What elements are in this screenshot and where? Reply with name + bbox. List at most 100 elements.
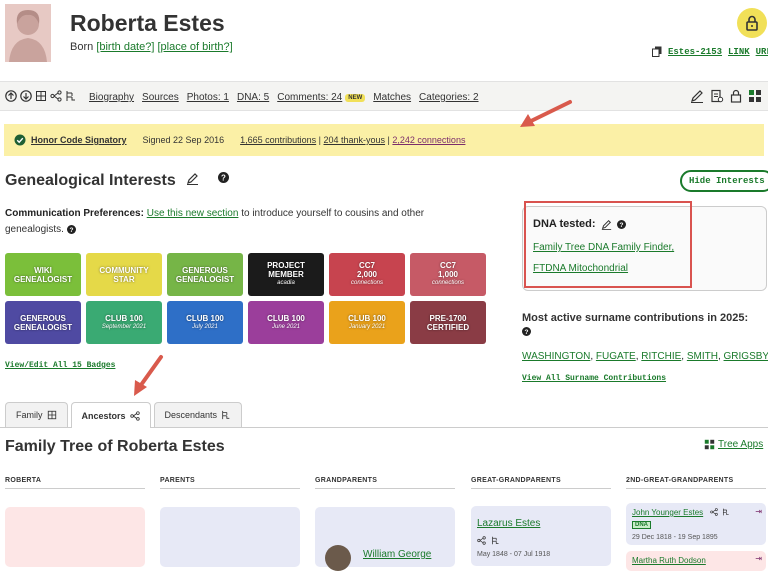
person-card-grandparent[interactable]: William George xyxy=(315,507,455,571)
birth-place-link[interactable]: [place of birth?] xyxy=(157,41,232,53)
apps-grid-icon xyxy=(704,439,715,450)
help-icon[interactable]: ? xyxy=(66,224,76,234)
badge[interactable]: CLUB 100 January 2021 xyxy=(329,301,405,344)
surname-link[interactable]: FUGATE xyxy=(596,351,636,362)
tab-label: Family xyxy=(16,410,43,420)
person-name-link[interactable]: Martha Ruth Dodson xyxy=(632,556,706,565)
dna-test-link[interactable]: Family Tree DNA Family Finder, xyxy=(533,242,674,253)
surname-link[interactable]: SMITH xyxy=(687,351,718,362)
tab-ancestors[interactable]: Ancestors xyxy=(70,402,151,428)
thankyous-link[interactable]: 204 thank-yous xyxy=(324,135,386,145)
badge-title: CLUB 100 xyxy=(267,313,305,323)
badge[interactable]: GENEROUS GENEALOGIST xyxy=(167,253,243,296)
ancestors-tree-icon[interactable] xyxy=(710,508,718,516)
edit-pencil-icon[interactable] xyxy=(601,219,612,230)
descendants-tree-icon[interactable] xyxy=(491,536,500,545)
nav-matches[interactable]: Matches xyxy=(373,92,411,103)
surname-link[interactable]: RITCHIE xyxy=(641,351,681,362)
apps-grid-icon[interactable] xyxy=(748,89,762,103)
profile-id-link[interactable]: Estes-2153 xyxy=(668,47,722,57)
comm-link[interactable]: Use this new section xyxy=(147,208,239,219)
edit-pencil-icon[interactable] xyxy=(690,89,704,103)
person-name-link[interactable]: John Younger Estes xyxy=(632,508,703,517)
nav-comments[interactable]: Comments: 24 xyxy=(277,92,342,103)
honor-code-bar: Honor Code Signatory Signed 22 Sep 2016 … xyxy=(4,124,764,156)
badge[interactable]: CC7 1,000 connections xyxy=(410,253,486,296)
lock-small-icon[interactable] xyxy=(730,89,742,103)
notes-icon[interactable] xyxy=(710,89,724,103)
nav-sources[interactable]: Sources xyxy=(142,92,179,103)
person-dates: May 1848 - 07 Jul 1918 xyxy=(477,551,551,558)
surname-link[interactable]: WASHINGTON xyxy=(522,351,590,362)
person-card-great-grandparent[interactable]: Lazarus Estes May 1848 - 07 Jul 1918 xyxy=(471,506,611,566)
badge-subtitle: STAR xyxy=(113,274,135,284)
expand-arrow-icon[interactable]: ⇥ xyxy=(755,507,762,516)
column-header: GREAT-GRANDPARENTS xyxy=(471,477,561,484)
tree-apps-link[interactable]: Tree Apps xyxy=(704,439,763,450)
link-copy-button[interactable]: LINK xyxy=(728,47,750,57)
svg-text:?: ? xyxy=(69,227,73,234)
expand-arrow-icon[interactable]: ⇥ xyxy=(755,554,762,563)
view-edit-badges-link[interactable]: View/Edit All 15 Badges xyxy=(5,361,115,370)
badge[interactable]: WIKI GENEALOGIST xyxy=(5,253,81,296)
svg-text:?: ? xyxy=(619,221,623,228)
ancestors-tree-icon[interactable] xyxy=(50,90,62,102)
honor-code-link[interactable]: Honor Code Signatory xyxy=(31,135,127,145)
tab-family[interactable]: Family xyxy=(5,402,68,427)
contributions-link[interactable]: 1,665 contributions xyxy=(240,135,316,145)
family-tree-title: Family Tree of Roberta Estes xyxy=(5,438,225,455)
nav-categories[interactable]: Categories: 2 xyxy=(419,92,478,103)
tab-descendants[interactable]: Descendants xyxy=(153,402,243,427)
connections-link[interactable]: 2,242 connections xyxy=(392,135,465,145)
svg-text:?: ? xyxy=(525,329,529,336)
person-card-parent[interactable] xyxy=(160,507,300,567)
family-grid-icon[interactable] xyxy=(35,90,47,102)
nav-biography[interactable]: Biography xyxy=(89,92,134,103)
badge[interactable]: PROJECT MEMBER acadia xyxy=(248,253,324,296)
ancestors-tree-icon[interactable] xyxy=(477,536,486,545)
hide-interests-button[interactable]: Hide Interests xyxy=(680,170,768,192)
badge[interactable]: CLUB 100 September 2021 xyxy=(86,301,162,344)
badge-caption: connections xyxy=(350,280,384,286)
url-copy-button[interactable]: URL xyxy=(756,47,768,57)
badge[interactable]: CC7 2,000 connections xyxy=(329,253,405,296)
descendants-tree-icon[interactable] xyxy=(65,90,77,102)
privacy-lock-button[interactable] xyxy=(737,8,767,38)
surname-title: Most active surname contributions in 202… xyxy=(522,312,749,324)
person-name-link[interactable]: William George xyxy=(363,549,431,560)
tree-apps-label: Tree Apps xyxy=(718,439,764,450)
badge[interactable]: CLUB 100 July 2021 xyxy=(167,301,243,344)
profile-name: Roberta Estes xyxy=(70,10,225,36)
person-card-2nd-great-grandparent[interactable]: John Younger Estes ⇥ DNA 29 Dec 1818 - 1… xyxy=(626,503,766,545)
new-badge: NEW xyxy=(345,93,366,102)
badge-title: GENEROUS xyxy=(182,265,228,275)
profile-photo[interactable] xyxy=(5,4,51,62)
dna-test-link[interactable]: FTDNA Mitochondrial xyxy=(533,263,628,274)
person-dates: 29 Dec 1818 - 19 Sep 1895 xyxy=(632,534,718,541)
badge[interactable]: CLUB 100 June 2021 xyxy=(248,301,324,344)
badge[interactable]: COMMUNITY STAR xyxy=(86,253,162,296)
help-icon[interactable]: ? xyxy=(217,172,229,183)
birth-date-link[interactable]: [birth date?] xyxy=(96,41,154,53)
person-card-2nd-great-grandparent[interactable]: Martha Ruth Dodson ⇥ xyxy=(626,551,766,571)
arrow-up-circle-icon[interactable] xyxy=(5,90,17,102)
dna-heading: DNA tested: ? xyxy=(533,218,626,230)
copy-icon[interactable] xyxy=(652,46,662,57)
badge-title: PRE-1700 xyxy=(429,313,467,323)
surname-list: WASHINGTON, FUGATE, RITCHIE, SMITH, GRIG… xyxy=(522,351,768,362)
nav-photos[interactable]: Photos: 1 xyxy=(187,92,229,103)
nav-dna[interactable]: DNA: 5 xyxy=(237,92,269,103)
person-name-link[interactable]: Lazarus Estes xyxy=(477,518,540,529)
tree-nav-icons xyxy=(5,90,77,102)
person-card-roberta[interactable] xyxy=(5,507,145,567)
edit-pencil-icon[interactable] xyxy=(186,172,199,185)
badge[interactable]: GENEROUS GENEALOGIST xyxy=(5,301,81,344)
arrow-down-circle-icon[interactable] xyxy=(20,90,32,102)
help-icon[interactable]: ? xyxy=(522,327,531,336)
badge[interactable]: PRE-1700 CERTIFIED xyxy=(410,301,486,344)
surname-link[interactable]: GRIGSBY xyxy=(724,351,768,362)
view-surname-contributions-link[interactable]: View All Surname Contributions xyxy=(522,374,666,383)
annotation-arrow xyxy=(134,355,163,396)
descendants-tree-icon[interactable] xyxy=(722,508,730,516)
help-icon[interactable]: ? xyxy=(616,219,626,229)
